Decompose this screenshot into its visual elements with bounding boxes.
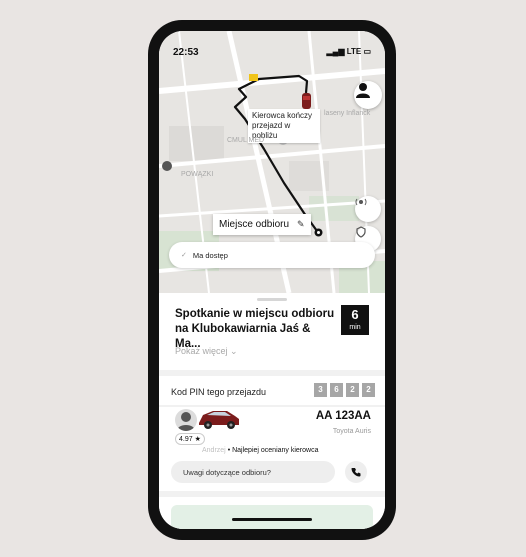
pickup-note-input[interactable] <box>171 461 335 483</box>
profile-avatar-button[interactable] <box>354 81 382 109</box>
pickup-location-label[interactable]: Miejsce odbioru ✎ <box>213 214 311 235</box>
pin-digit: 3 <box>314 383 327 397</box>
app-screen: H 22:53 ▂▄▆ LTE ▭ Kierowca kończy przeja… <box>159 31 385 529</box>
pin-digit: 2 <box>362 383 375 397</box>
check-icon: ✓ <box>181 252 187 259</box>
sheet-grabber[interactable] <box>257 298 287 301</box>
show-more-link[interactable]: Pokaż więcej ⌄ <box>175 346 238 357</box>
access-status-pill: ✓ Ma dostęp <box>169 242 375 268</box>
map-view[interactable]: H 22:53 ▂▄▆ LTE ▭ Kierowca kończy przeja… <box>159 31 385 293</box>
pin-digit: 6 <box>330 383 343 397</box>
section-divider <box>159 370 385 376</box>
driver-car-icon <box>302 93 311 109</box>
license-plate: AA 123AA <box>315 410 371 422</box>
driver-photo-icon <box>177 412 195 431</box>
network-label: LTE <box>346 47 362 56</box>
car-model: Toyota Auris <box>332 428 371 435</box>
access-status-text: Ma dostęp <box>192 250 228 260</box>
star-icon: ★ <box>194 436 201 443</box>
eta-badge: 6 min <box>341 305 369 335</box>
show-more-text: Pokaż więcej <box>175 346 228 356</box>
street-label-cmul: CMUL MED <box>227 137 265 144</box>
driver-info-line: Andrzej • Najlepiej oceniany kierowca <box>202 447 319 454</box>
section-divider <box>159 491 385 497</box>
pin-digit: 2 <box>346 383 359 397</box>
driver-badge: Najlepiej oceniany kierowca <box>232 447 319 454</box>
pickup-pin-icon <box>314 228 323 237</box>
phone-icon <box>351 468 361 477</box>
user-icon <box>356 83 370 98</box>
call-driver-button[interactable] <box>345 461 367 483</box>
car-image <box>199 411 239 429</box>
chevron-down-icon: ⌄ <box>230 346 238 356</box>
home-indicator <box>232 518 312 521</box>
radar-icon <box>355 198 367 206</box>
driver-rating-badge: 4.97 ★ <box>175 433 205 445</box>
pin-row: Kod PIN tego przejazdu 3 6 2 2 <box>159 381 385 403</box>
phone-frame: H 22:53 ▂▄▆ LTE ▭ Kierowca kończy przeja… <box>148 20 396 540</box>
bottom-promo-card[interactable] <box>171 505 373 529</box>
pickup-label-text: Miejsce odbioru <box>219 219 290 230</box>
edit-pencil-icon[interactable]: ✎ <box>297 219 305 230</box>
eta-value: 6 <box>351 307 359 322</box>
rating-value: 4.97 <box>179 436 193 443</box>
safety-toolkit-button[interactable] <box>355 196 381 222</box>
driver-avatar[interactable] <box>175 409 197 431</box>
driver-name: Andrzej <box>202 447 226 454</box>
pin-label: Kod PIN tego przejazdu <box>171 387 267 397</box>
status-icons: ▂▄▆ LTE ▭ <box>326 47 372 56</box>
pin-digits: 3 6 2 2 <box>314 383 375 397</box>
status-time: 22:53 <box>173 47 199 58</box>
eta-unit: min <box>349 324 361 331</box>
trip-bottom-sheet[interactable]: Spotkanie w miejscu odbioru na Klubokawi… <box>159 293 385 529</box>
section-divider <box>159 405 385 407</box>
status-bar: 22:53 ▂▄▆ LTE ▭ <box>159 31 385 61</box>
street-label-inflancka: laseny Inflanck <box>324 110 371 117</box>
shield-icon <box>356 226 366 238</box>
street-label-powazki: POWĄZKI <box>181 171 214 178</box>
